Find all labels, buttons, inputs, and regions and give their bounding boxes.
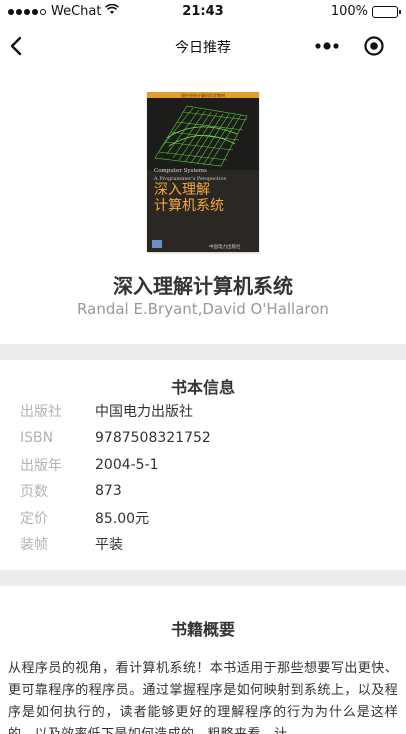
book-info-section: 书本信息 出版社 中国电力出版社 ISBN 9787508321752 出版年 … xyxy=(0,360,406,570)
cover-english-title: Computer Systems xyxy=(154,168,207,174)
nav-bar: 今日推荐 xyxy=(0,24,406,68)
info-label: 装帧 xyxy=(20,537,48,553)
info-label: 出版社 xyxy=(20,404,62,420)
page-title: 今日推荐 xyxy=(175,40,231,56)
info-row-publish-year: 出版年 2004-5-1 xyxy=(20,452,159,478)
book-summary-section: 书籍概要 从程序员的视角，看计算机系统！本书适用于那些想要写出更快、更可靠程序的… xyxy=(0,586,406,734)
info-row-price: 定价 85.00元 xyxy=(20,505,149,531)
cover-publisher-text: 中国电力出版社 xyxy=(209,245,241,250)
info-row-pages: 页数 873 xyxy=(20,478,122,504)
info-value: 873 xyxy=(95,483,122,499)
book-info-heading: 书本信息 xyxy=(170,378,235,397)
book-summary-text: 从程序员的视角，看计算机系统！本书适用于那些想要写出更快、更可靠程序的程序员。通… xyxy=(8,661,398,734)
info-value: 平装 xyxy=(95,537,123,553)
book-cover-image[interactable]: 国外经典计算机科学教材 Computer Systems A Programme… xyxy=(147,92,259,252)
book-author: Randal E.Bryant,David O'Hallaron xyxy=(77,300,329,318)
section-divider xyxy=(0,344,406,360)
cover-chinese-title-line2: 计算机系统 xyxy=(154,198,224,214)
battery-icon xyxy=(372,5,401,18)
book-title: 深入理解计算机系统 xyxy=(113,274,293,298)
info-value: 9787508321752 xyxy=(95,430,211,446)
info-row-isbn: ISBN 9787508321752 xyxy=(20,425,211,451)
info-value: 2004-5-1 xyxy=(95,457,159,473)
info-value: 85.00元 xyxy=(95,511,150,527)
info-label: ISBN xyxy=(20,430,54,446)
info-value: 中国电力出版社 xyxy=(95,404,193,420)
info-row-binding: 装帧 平装 xyxy=(20,531,123,557)
book-summary-heading: 书籍概要 xyxy=(170,620,235,639)
more-dots-icon xyxy=(315,42,339,50)
cover-chinese-title-line1: 深入理解 xyxy=(154,182,210,198)
cover-publisher-logo xyxy=(152,240,162,248)
more-button[interactable] xyxy=(314,36,342,56)
info-label: 出版年 xyxy=(20,458,62,474)
target-circle-icon xyxy=(364,36,384,56)
info-row-publisher: 出版社 中国电力出版社 xyxy=(20,398,193,424)
status-right: 100% xyxy=(330,4,401,19)
info-label: 页数 xyxy=(20,484,48,500)
battery-percentage: 100% xyxy=(330,4,368,19)
close-miniprogram-button[interactable] xyxy=(362,34,386,58)
info-label: 定价 xyxy=(20,511,48,527)
cover-graphic xyxy=(147,98,259,170)
section-divider xyxy=(0,570,406,586)
status-bar: WeChat 21:43 100% xyxy=(0,0,406,24)
book-header: 国外经典计算机科学教材 Computer Systems A Programme… xyxy=(0,68,406,344)
